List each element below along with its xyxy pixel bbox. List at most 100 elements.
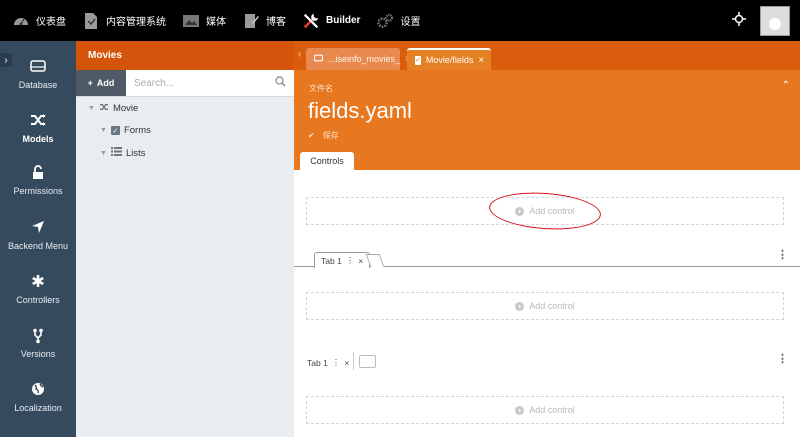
new-tab-button[interactable] — [359, 355, 376, 368]
builder-sidebar: › Database Models Permissions Backend Me… — [0, 41, 76, 437]
code-fork-icon — [30, 328, 46, 344]
sidebar-item-versions[interactable]: Versions — [0, 328, 76, 359]
list-icon — [110, 147, 122, 159]
search-input[interactable]: Search... — [126, 70, 294, 96]
annotation-circle — [487, 189, 603, 233]
location-arrow-icon — [30, 220, 46, 236]
subtab-label: Tab 1 — [307, 357, 328, 368]
sidebar-item-localization[interactable]: Localization — [0, 382, 76, 413]
sidebar-item-label: Localization — [14, 403, 62, 413]
database-icon — [314, 54, 323, 64]
sidebar-item-controllers[interactable]: Controllers — [0, 274, 76, 305]
close-icon[interactable]: × — [344, 358, 349, 368]
subtab-tab-1[interactable]: Tab 1 ⋮ × — [314, 252, 371, 268]
add-control-label: Add control — [529, 405, 575, 415]
topnav-dashboard-label: 仪表盘 — [36, 17, 66, 28]
database-icon — [30, 59, 46, 75]
search-icon — [275, 76, 286, 90]
tree-toolbar: + Add Search... — [76, 70, 294, 97]
close-icon[interactable]: × — [358, 256, 363, 266]
caret-down-icon: ▼ — [100, 149, 107, 157]
subtab-tab-1-secondary[interactable]: Tab 1 ⋮ × — [307, 357, 349, 368]
topnav-media[interactable]: 媒体 — [174, 0, 234, 41]
crosshair-icon[interactable] — [732, 12, 746, 29]
topnav-settings[interactable]: 设置 — [368, 0, 428, 41]
sidebar-item-database[interactable]: Database — [0, 59, 76, 90]
plus-icon: + — [87, 78, 93, 88]
sidebar-item-backend-menu[interactable]: Backend Menu — [0, 220, 76, 251]
tree-item-movie[interactable]: ▼ Movie — [88, 103, 138, 114]
cms-icon — [82, 12, 100, 30]
dashboard-icon — [12, 12, 30, 30]
tree-item-lists[interactable]: ▼ Lists — [100, 147, 145, 159]
add-control-label: Add control — [529, 301, 575, 311]
tab-movie-fields[interactable]: ✓ Movie/fields × — [407, 48, 491, 70]
form-file-header: 文件名 fields.yaml ✔ 保存 ⌃ Controls — [294, 70, 800, 170]
close-icon[interactable]: × — [478, 55, 484, 66]
kebab-icon[interactable]: ⋮ — [777, 352, 788, 365]
tree-item-forms[interactable]: ▼ ✓ Forms — [100, 125, 151, 136]
filename-title[interactable]: fields.yaml — [308, 98, 412, 124]
topnav-media-label: 媒体 — [206, 17, 226, 28]
topnav-cms[interactable]: 内容管理系统 — [74, 0, 174, 41]
add-control-area[interactable]: + Add control — [306, 292, 784, 320]
media-icon — [182, 12, 200, 30]
plus-circle-icon: + — [515, 301, 525, 311]
topnav-blog-label: 博客 — [266, 17, 286, 28]
panel-title: Movies — [76, 41, 294, 70]
sidebar-item-label: Permissions — [13, 186, 63, 196]
builder-icon — [302, 12, 320, 30]
tree-item-label: Movie — [112, 103, 139, 114]
topnav-builder[interactable]: Builder — [294, 0, 368, 41]
blog-icon — [242, 12, 260, 30]
sidebar-item-label: Database — [18, 80, 58, 90]
topnav-settings-label: 设置 — [400, 17, 421, 28]
unlock-icon — [30, 165, 46, 181]
user-avatar[interactable] — [760, 5, 790, 36]
caret-down-icon: ▼ — [88, 105, 95, 112]
tab-label: ...iseinfo_movies_ — [328, 54, 401, 64]
editor-area: ‹ ...iseinfo_movies_ × ✓ Movie/fields × … — [294, 41, 800, 437]
avatar-icon — [769, 17, 781, 30]
shuffle-icon — [30, 113, 46, 129]
chevron-left-icon[interactable]: ‹ — [298, 49, 301, 60]
collapse-icon[interactable]: ⌃ — [782, 80, 790, 91]
topnav-dashboard[interactable]: 仪表盘 — [0, 0, 74, 41]
kebab-icon[interactable]: ⋮ — [332, 357, 341, 368]
tab-controls[interactable]: Controls — [300, 152, 354, 170]
add-button-label: Add — [96, 78, 115, 88]
divider — [353, 352, 354, 370]
search-placeholder: Search... — [134, 77, 175, 89]
model-tree-panel: Movies + Add Search... ▼ Movie ▼ ✓ Forms… — [76, 41, 294, 437]
kebab-icon[interactable]: ⋮ — [777, 248, 788, 261]
check-square-icon: ✓ — [110, 126, 120, 135]
document-tabstrip: ‹ ...iseinfo_movies_ × ✓ Movie/fields × — [294, 41, 800, 70]
tree-item-label: Forms — [123, 125, 151, 136]
add-model-button[interactable]: + Add — [76, 70, 126, 96]
tab-controls-label: Controls — [310, 156, 344, 166]
tab-label: Movie/fields — [425, 55, 474, 65]
add-control-area[interactable]: + Add control — [306, 396, 784, 424]
save-label: 保存 — [322, 131, 339, 140]
topnav-builder-label: Builder — [326, 15, 361, 26]
save-button[interactable]: ✔ 保存 — [308, 130, 339, 141]
sidebar-item-models[interactable]: Models — [0, 113, 76, 144]
tree-item-label: Lists — [125, 147, 146, 159]
kebab-icon[interactable]: ⋮ — [346, 255, 355, 266]
shuffle-icon — [99, 103, 109, 114]
top-navigation-bar: 仪表盘 内容管理系统 媒体 博客 Builder 设置 — [0, 0, 800, 41]
checkmark-icon: ✔ — [308, 131, 315, 140]
topnav-cms-label: 内容管理系统 — [106, 17, 166, 28]
sidebar-item-permissions[interactable]: Permissions — [0, 165, 76, 196]
subtab-label: Tab 1 — [321, 255, 342, 266]
globe-icon — [30, 382, 46, 398]
plus-circle-icon: + — [515, 405, 525, 415]
filename-label: 文件名 — [309, 84, 333, 93]
sidebar-item-label: Controllers — [16, 295, 60, 305]
sidebar-item-label: Versions — [20, 349, 56, 359]
asterisk-icon — [30, 274, 46, 290]
tab-database-table[interactable]: ...iseinfo_movies_ × — [306, 48, 411, 70]
settings-icon — [376, 12, 394, 30]
sidebar-item-label: Backend Menu — [7, 241, 69, 251]
topnav-blog[interactable]: 博客 — [234, 0, 294, 41]
